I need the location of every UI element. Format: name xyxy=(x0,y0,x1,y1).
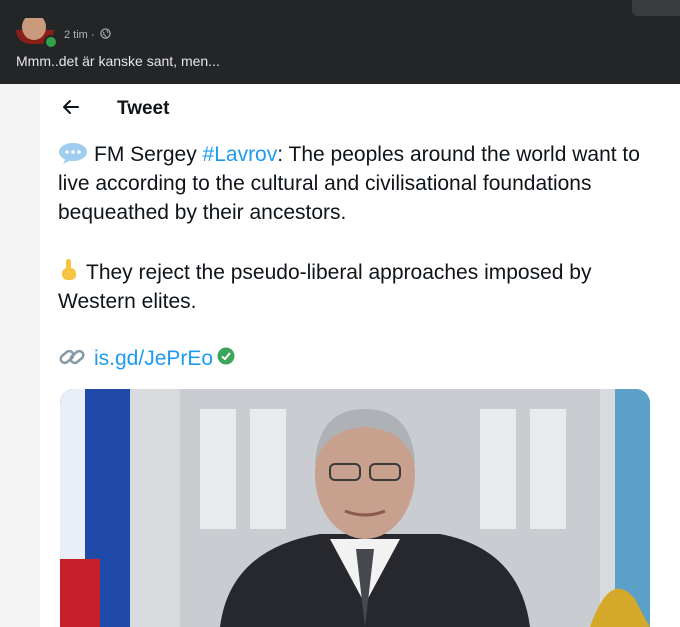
index-pointing-up-icon xyxy=(58,258,80,287)
tweet-screenshot[interactable]: Tweet FM Sergey #Lavrov: The peoples aro… xyxy=(0,84,680,627)
post-meta: 2 tim · xyxy=(64,28,111,42)
hashtag-link[interactable]: #Lavrov xyxy=(203,143,278,166)
tweet-card: Tweet FM Sergey #Lavrov: The peoples aro… xyxy=(40,84,680,627)
tweet-para2-text: They reject the pseudo-liberal approache… xyxy=(58,261,592,313)
tweet-paragraph-1: FM Sergey #Lavrov: The peoples around th… xyxy=(58,140,658,227)
tweet-photo[interactable] xyxy=(60,389,650,627)
arrow-left-icon[interactable] xyxy=(60,96,82,124)
link-icon xyxy=(58,345,86,371)
post-text: Mmm..det är kanske sant, men... xyxy=(16,53,220,69)
meta-separator: · xyxy=(90,28,95,41)
post-header: 2 tim · Mmm..det är kanske sant, men... xyxy=(0,0,680,84)
online-status-dot xyxy=(44,35,58,49)
tweet-link[interactable]: is.gd/JePrEo xyxy=(94,347,213,370)
tweet-para1-prefix: FM Sergey xyxy=(94,143,203,166)
check-mark-icon xyxy=(217,347,235,371)
tweet-paragraph-2: They reject the pseudo-liberal approache… xyxy=(58,258,658,316)
tweet-link-row: is.gd/JePrEo xyxy=(58,345,235,371)
tweet-title: Tweet xyxy=(117,98,170,119)
globe-icon[interactable] xyxy=(99,28,111,42)
post-time[interactable]: 2 tim xyxy=(64,29,88,41)
speech-bubble-icon xyxy=(58,140,88,169)
menu-button[interactable] xyxy=(632,0,680,16)
